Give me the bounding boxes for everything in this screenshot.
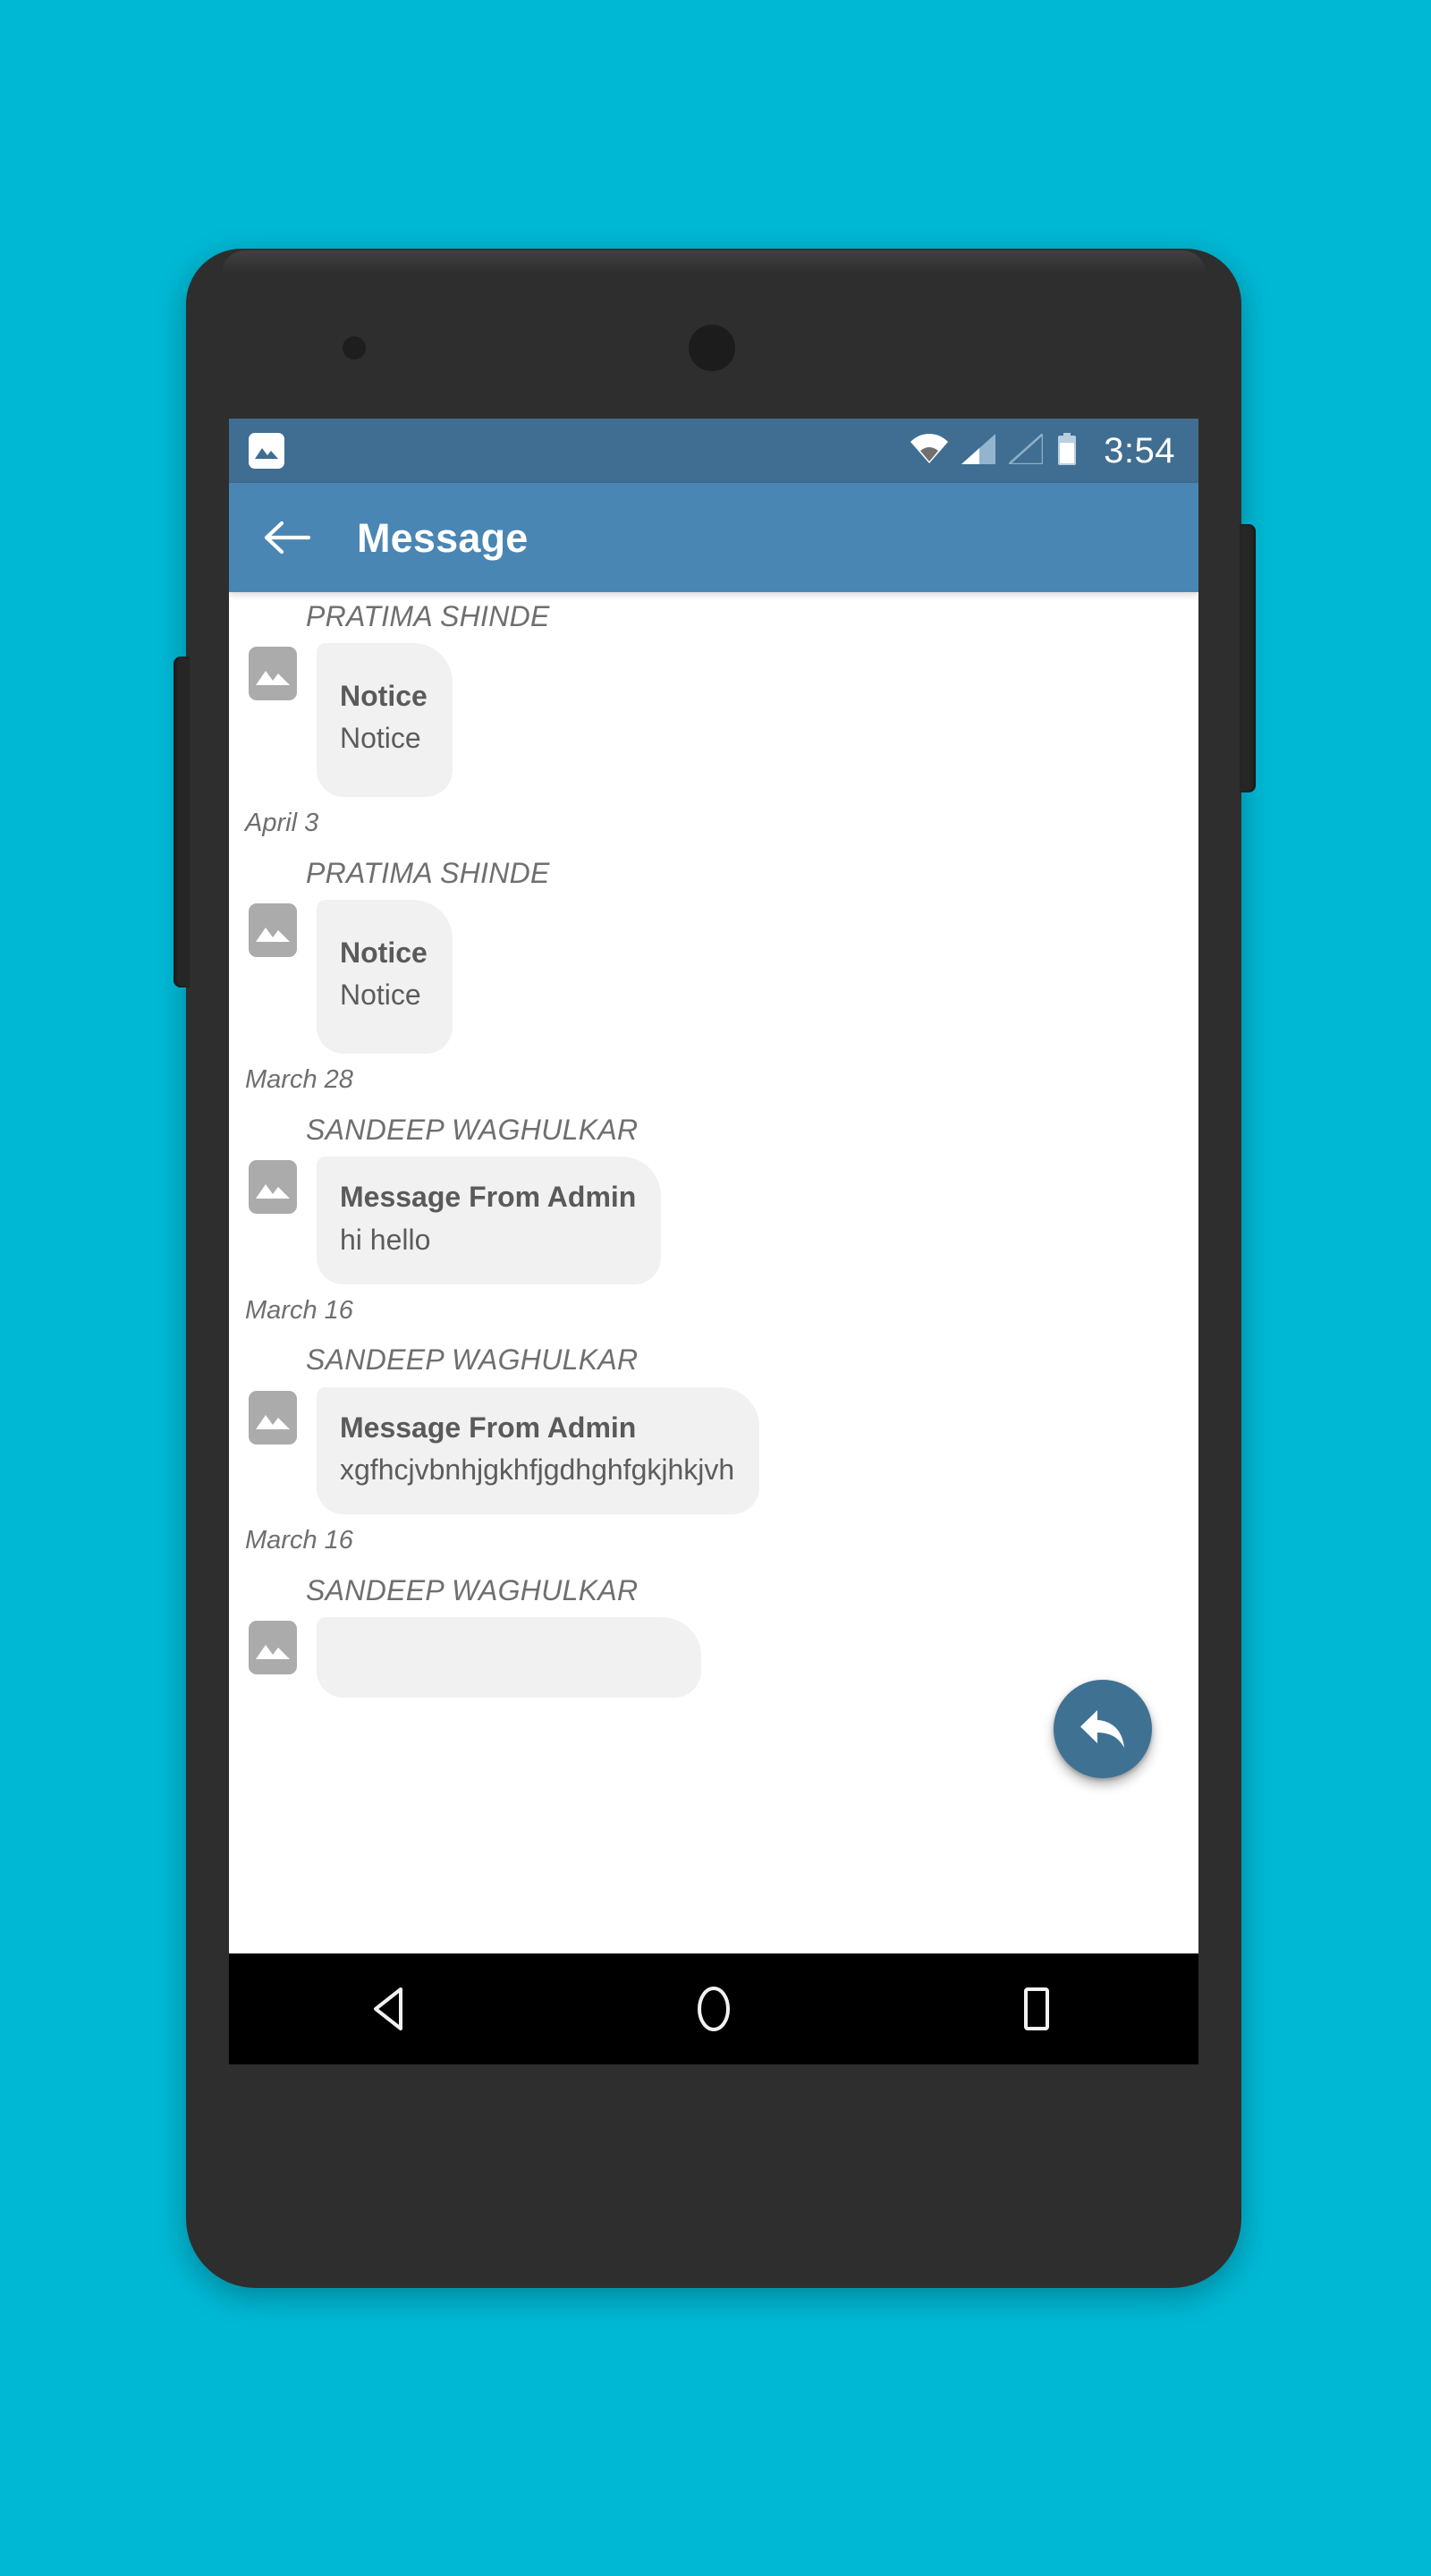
reply-arrow-icon [1080,1710,1124,1748]
message-group[interactable]: PRATIMA SHINDE Notice Notice March 28 [229,857,1198,1095]
message-list[interactable]: PRATIMA SHINDE Notice Notice April 3 PRA… [229,592,1198,1953]
image-placeholder-icon [249,1160,297,1215]
power-button[interactable] [1240,524,1256,792]
message-row [229,1616,1198,1698]
message-body: hi hello [340,1223,431,1256]
nav-home-button[interactable] [660,1953,767,2064]
earpiece-sensor-icon [689,325,735,371]
message-title: Notice [340,936,428,970]
message-title: Notice [340,680,428,713]
status-bar-icons: 3:54 [910,430,1175,470]
message-title: Message From Admin [340,1181,637,1214]
message-row: Notice Notice [229,900,1198,1055]
nav-back-button[interactable] [337,1953,445,2064]
battery-icon [1056,432,1078,470]
nav-back-triangle-icon [373,1987,402,2030]
message-group[interactable]: SANDEEP WAGHULKAR Message From Admin xgf… [229,1344,1198,1555]
message-date: April 3 [245,809,319,838]
message-date: March 16 [245,1295,353,1325]
message-bubble[interactable]: Message From Admin hi hello [317,1157,662,1284]
message-body: xgfhcjvbnhjgkhfjgdhghfgkjhkjvh [340,1453,735,1486]
image-placeholder-icon [249,647,297,701]
signal-bars-empty-icon [1005,430,1045,469]
message-group[interactable]: SANDEEP WAGHULKAR Message From Admin hi … [229,1114,1198,1325]
sender-name: SANDEEP WAGHULKAR [306,1114,639,1147]
message-body: Notice [340,722,421,755]
message-date: March 28 [245,1065,353,1095]
reply-fab-button[interactable] [1054,1680,1152,1778]
message-group[interactable]: PRATIMA SHINDE Notice Notice April 3 [229,600,1198,838]
message-bubble[interactable]: Message From Admin xgfhcjvbnhjgkhfjgdhgh… [317,1386,760,1514]
page-title: Message [357,514,529,561]
status-bar-clock: 3:54 [1104,431,1175,470]
wifi-icon [910,433,949,469]
phone-screen: 3:54 Message PRATIMA SHINDE Notice Notic… [229,419,1198,2064]
android-nav-bar [229,1953,1198,2064]
message-bubble[interactable]: Notice Notice [317,900,453,1055]
nav-recents-button[interactable] [983,1953,1090,2064]
bezel-highlight [222,250,1206,274]
nav-home-circle-icon [697,1987,730,2031]
message-row: Message From Admin hi hello [229,1157,1198,1284]
signal-bars-icon [961,433,996,469]
message-body: Notice [340,979,421,1012]
message-group[interactable]: SANDEEP WAGHULKAR [229,1573,1198,1698]
nav-recents-square-icon [1024,1987,1050,2030]
volume-rocker-button[interactable] [174,657,190,987]
back-arrow-icon [264,521,310,555]
message-date: March 16 [245,1525,353,1555]
message-bubble[interactable]: Notice Notice [317,643,453,798]
status-bar: 3:54 [229,419,1198,483]
back-button[interactable] [259,510,315,565]
sender-name: SANDEEP WAGHULKAR [306,1343,639,1377]
app-bar: Message [229,483,1198,592]
sender-name: SANDEEP WAGHULKAR [306,1573,639,1606]
message-title: Message From Admin [340,1411,637,1444]
message-row: Notice Notice [229,643,1198,798]
image-placeholder-icon [249,1390,297,1445]
image-placeholder-icon [249,433,284,469]
front-camera-icon [343,336,366,360]
sender-name: PRATIMA SHINDE [306,857,550,890]
image-placeholder-icon [249,1620,297,1674]
sender-name: PRATIMA SHINDE [306,600,550,632]
image-placeholder-icon [249,903,297,958]
message-bubble[interactable] [317,1616,701,1698]
message-row: Message From Admin xgfhcjvbnhjgkhfjgdhgh… [229,1386,1198,1514]
